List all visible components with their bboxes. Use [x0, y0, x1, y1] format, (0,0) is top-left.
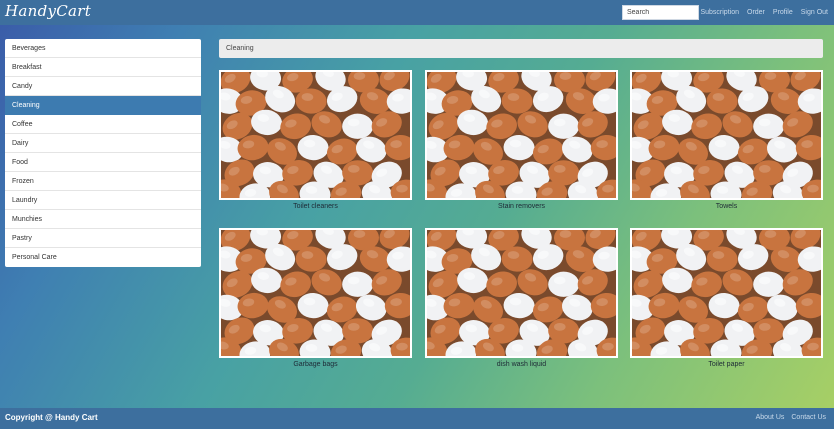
nav-links: Subscription Order Profile Sign Out	[700, 0, 828, 25]
sidebar-item-food[interactable]: Food	[5, 153, 201, 172]
product-label[interactable]: Toilet cleaners	[219, 202, 412, 212]
product-image[interactable]	[425, 228, 618, 358]
sidebar-item-munchies[interactable]: Munchies	[5, 210, 201, 229]
sidebar-item-beverages[interactable]: Beverages	[5, 39, 201, 58]
sidebar-item-breakfast[interactable]: Breakfast	[5, 58, 201, 77]
copyright-text: Copyright @ Handy Cart	[5, 413, 98, 422]
search-input[interactable]	[622, 5, 699, 20]
product-card[interactable]: Garbage bags	[219, 228, 412, 370]
product-image[interactable]	[630, 70, 823, 200]
product-label[interactable]: Stain removers	[425, 202, 618, 212]
product-label[interactable]: Toilet paper	[630, 360, 823, 370]
product-card[interactable]: Toilet cleaners	[219, 70, 412, 212]
sidebar-item-frozen[interactable]: Frozen	[5, 172, 201, 191]
product-image[interactable]	[219, 70, 412, 200]
sidebar-item-cleaning[interactable]: Cleaning	[5, 96, 201, 115]
product-card[interactable]: Stain removers	[425, 70, 618, 212]
product-card[interactable]: Toilet paper	[630, 228, 823, 370]
sidebar-item-laundry[interactable]: Laundry	[5, 191, 201, 210]
footer-link-contact-us[interactable]: Contact Us	[791, 414, 826, 421]
sidebar-item-candy[interactable]: Candy	[5, 77, 201, 96]
nav-link-profile[interactable]: Profile	[773, 9, 793, 16]
sidebar-item-pastry[interactable]: Pastry	[5, 229, 201, 248]
product-card[interactable]: Towels	[630, 70, 823, 212]
category-title-bar: Cleaning	[219, 39, 823, 58]
category-sidebar: Beverages Breakfast Candy Cleaning Coffe…	[5, 39, 201, 267]
product-card[interactable]: dish wash liquid	[425, 228, 618, 370]
product-label[interactable]: Towels	[630, 202, 823, 212]
product-label[interactable]: Garbage bags	[219, 360, 412, 370]
product-label[interactable]: dish wash liquid	[425, 360, 618, 370]
footer-links: About Us Contact Us	[756, 414, 826, 421]
top-navbar: HandyCart Subscription Order Profile Sig…	[0, 0, 834, 25]
sidebar-item-personal-care[interactable]: Personal Care	[5, 248, 201, 267]
nav-link-sign-out[interactable]: Sign Out	[801, 9, 828, 16]
page-footer: Copyright @ Handy Cart About Us Contact …	[0, 408, 834, 429]
product-image[interactable]	[219, 228, 412, 358]
nav-link-order[interactable]: Order	[747, 9, 765, 16]
sidebar-item-coffee[interactable]: Coffee	[5, 115, 201, 134]
brand-logo[interactable]: HandyCart	[5, 2, 91, 20]
sidebar-item-dairy[interactable]: Dairy	[5, 134, 201, 153]
product-image[interactable]	[425, 70, 618, 200]
nav-link-subscription[interactable]: Subscription	[700, 9, 739, 16]
product-image[interactable]	[630, 228, 823, 358]
footer-link-about-us[interactable]: About Us	[756, 414, 785, 421]
